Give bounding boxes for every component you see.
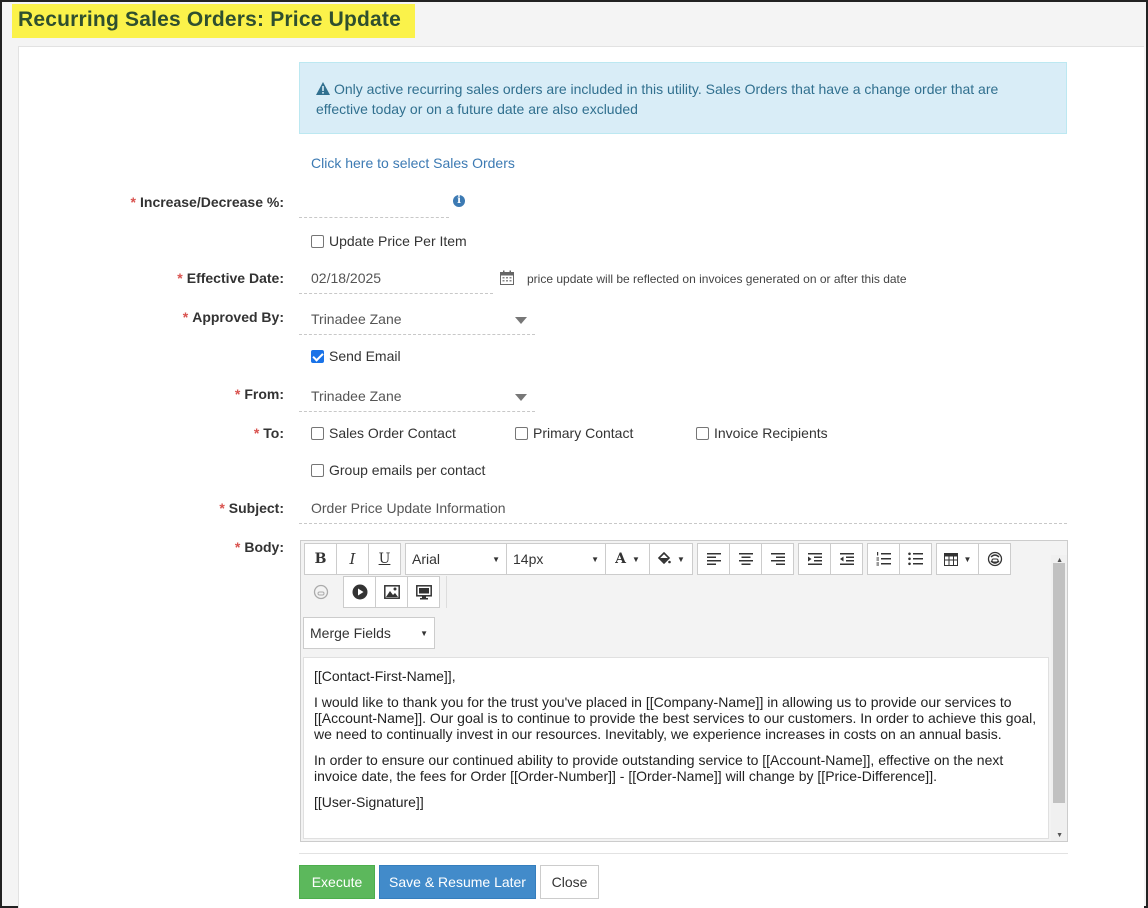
increase-label: * Increase/Decrease %: <box>130 194 284 210</box>
checkbox-box[interactable] <box>696 426 709 440</box>
link-globe-icon <box>987 551 1002 567</box>
effective-date-label: * Effective Date: <box>177 270 284 286</box>
increase-input[interactable] <box>299 188 449 218</box>
align-left-icon <box>706 553 721 565</box>
paint-bucket-icon <box>657 552 671 565</box>
outdent-button[interactable] <box>830 543 863 575</box>
align-center-icon <box>738 553 753 565</box>
indent-icon <box>807 553 822 565</box>
from-select[interactable]: Trinadee Zane <box>299 382 535 412</box>
from-label: * From: <box>234 386 284 402</box>
caret-down-icon: ▼ <box>420 628 428 638</box>
play-circle-icon <box>352 584 367 600</box>
rich-text-editor: B I U Arial ▼ 14px ▼ A ▼ ▼ ▼ Merge Field… <box>300 540 1068 842</box>
checkbox-box[interactable] <box>311 426 324 440</box>
info-alert: Only active recurring sales orders are i… <box>299 62 1067 134</box>
approved-by-label: * Approved By: <box>182 309 284 325</box>
checkbox-box[interactable] <box>311 349 324 363</box>
scroll-down-arrow-icon[interactable]: ▼ <box>1056 832 1063 839</box>
unlink-button[interactable] <box>304 576 337 608</box>
chevron-down-icon <box>515 394 527 401</box>
alert-text: Only active recurring sales orders are i… <box>316 81 999 117</box>
font-size-select[interactable]: 14px ▼ <box>506 543 606 575</box>
table-button[interactable]: ▼ <box>936 543 979 575</box>
italic-button[interactable]: I <box>336 543 369 575</box>
editor-scrollbar[interactable]: ▲ ▼ <box>1051 555 1067 841</box>
body-label: * Body: <box>234 539 284 555</box>
body-paragraph: In order to ensure our continued ability… <box>314 752 1004 784</box>
checkbox-box[interactable] <box>311 463 324 477</box>
body-paragraph: [[User-Signature]] <box>314 794 424 810</box>
align-left-button[interactable] <box>697 543 730 575</box>
approved-by-select[interactable]: Trinadee Zane <box>299 305 535 335</box>
unordered-list-button[interactable] <box>899 543 932 575</box>
ordered-list-icon <box>876 552 891 566</box>
scroll-thumb[interactable] <box>1053 563 1065 803</box>
editor-toolbar-row-1: B I U Arial ▼ 14px ▼ A ▼ ▼ ▼ <box>304 543 1015 575</box>
caret-down-icon: ▼ <box>591 554 599 564</box>
save-resume-later-button[interactable]: Save & Resume Later <box>379 865 536 899</box>
footer-divider <box>299 853 1068 854</box>
align-center-button[interactable] <box>729 543 762 575</box>
font-color-button[interactable]: A ▼ <box>605 543 650 575</box>
to-primary-contact-checkbox[interactable]: Primary Contact <box>515 425 633 441</box>
caret-down-icon: ▼ <box>631 554 640 564</box>
monitor-icon <box>415 584 432 599</box>
select-sales-orders-link[interactable]: Click here to select Sales Orders <box>311 155 515 171</box>
table-icon <box>943 552 958 566</box>
insert-link-button[interactable] <box>978 543 1011 575</box>
effective-date-hint: price update will be reflected on invoic… <box>527 272 907 286</box>
to-invoice-recipients-checkbox[interactable]: Invoice Recipients <box>696 425 828 441</box>
align-right-button[interactable] <box>761 543 794 575</box>
toolbar-divider <box>446 576 447 608</box>
execute-button[interactable]: Execute <box>299 865 375 899</box>
caret-down-icon: ▼ <box>492 554 500 564</box>
body-paragraph: I would like to thank you for the trust … <box>314 694 1037 742</box>
caret-down-icon: ▼ <box>963 554 972 564</box>
effective-date-input[interactable]: 02/18/2025 <box>299 264 493 294</box>
warning-icon <box>316 82 330 95</box>
page-title: Recurring Sales Orders: Price Update <box>12 4 416 38</box>
insert-video-button[interactable] <box>343 576 376 608</box>
caret-down-icon: ▼ <box>677 554 685 564</box>
image-icon <box>383 585 400 599</box>
checkbox-box[interactable] <box>311 234 324 248</box>
update-price-per-item-checkbox[interactable]: Update Price Per Item <box>311 233 467 249</box>
outdent-icon <box>839 553 854 565</box>
calendar-icon[interactable] <box>499 270 515 286</box>
info-icon[interactable]: i <box>453 195 465 207</box>
insert-embed-button[interactable] <box>407 576 440 608</box>
underline-button[interactable]: U <box>368 543 401 575</box>
to-label: * To: <box>253 425 284 441</box>
body-paragraph: [[Contact-First-Name]], <box>314 668 456 684</box>
close-button[interactable]: Close <box>540 865 599 899</box>
subject-input[interactable]: Order Price Update Information <box>299 494 1067 524</box>
group-emails-checkbox[interactable]: Group emails per contact <box>311 462 485 478</box>
insert-image-button[interactable] <box>375 576 408 608</box>
chevron-down-icon <box>515 317 527 324</box>
background-color-button[interactable]: ▼ <box>649 543 693 575</box>
to-sales-order-contact-checkbox[interactable]: Sales Order Contact <box>311 425 456 441</box>
subject-label: * Subject: <box>219 500 284 516</box>
checkbox-box[interactable] <box>515 426 528 440</box>
unordered-list-icon <box>908 552 923 566</box>
indent-button[interactable] <box>798 543 831 575</box>
align-right-icon <box>770 553 785 565</box>
editor-content[interactable]: [[Contact-First-Name]], I would like to … <box>303 657 1049 839</box>
editor-toolbar-row-2 <box>304 576 447 608</box>
font-family-select[interactable]: Arial ▼ <box>405 543 507 575</box>
bold-button[interactable]: B <box>304 543 337 575</box>
unlink-icon <box>313 584 328 600</box>
send-email-checkbox[interactable]: Send Email <box>311 348 401 364</box>
merge-fields-select[interactable]: Merge Fields ▼ <box>303 617 435 649</box>
ordered-list-button[interactable] <box>867 543 900 575</box>
